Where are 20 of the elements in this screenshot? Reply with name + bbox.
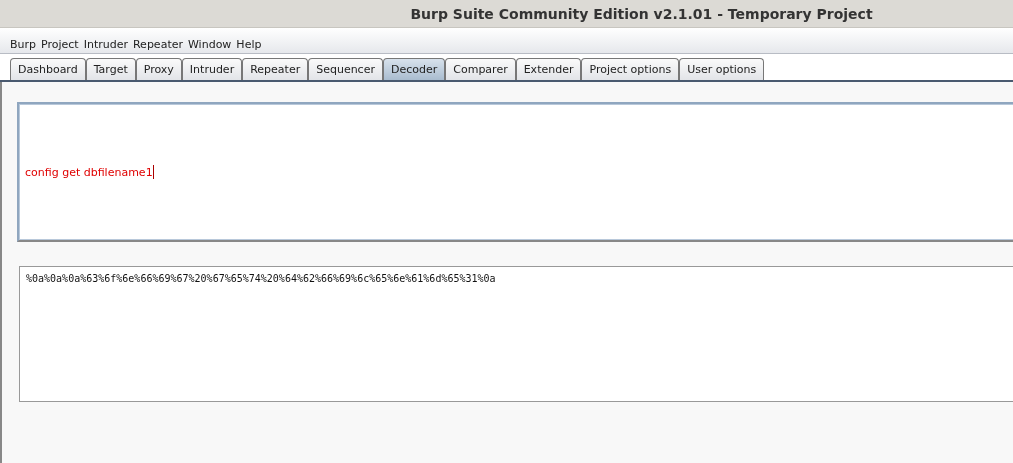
tab[interactable]: Target (85, 58, 136, 80)
tab[interactable]: Intruder (181, 58, 243, 80)
menu-item[interactable]: Help (236, 38, 262, 51)
window-title: Burp Suite Community Edition v2.1.01 - Temporary Project (410, 5, 873, 22)
menu-item[interactable]: Repeater (132, 38, 183, 51)
menu-item[interactable]: Intruder (83, 38, 128, 51)
tab[interactable]: Decoder (382, 58, 446, 80)
input-editor[interactable]: config get dbfilename1 (17, 102, 1013, 242)
tab[interactable]: Project options (581, 58, 680, 80)
output-editor[interactable]: %0a%0a%0a%63%6f%6e%66%69%67%20%67%65%74%20%64%62%66%69%6c%65%6e%61%6d%65%31%0a (19, 266, 1013, 402)
tab[interactable]: Sequencer (308, 58, 383, 80)
tab[interactable]: Extender (515, 58, 582, 80)
tab[interactable]: User options (679, 58, 765, 80)
tab[interactable]: Dashboard (10, 58, 86, 80)
menu-item[interactable]: Window (188, 38, 232, 51)
tab[interactable]: Repeater (242, 58, 309, 80)
menu-item[interactable]: Burp (10, 38, 37, 51)
menu-item[interactable]: Project (41, 38, 79, 51)
tab[interactable]: Proxy (135, 58, 182, 80)
tab[interactable]: Comparer (445, 58, 516, 80)
